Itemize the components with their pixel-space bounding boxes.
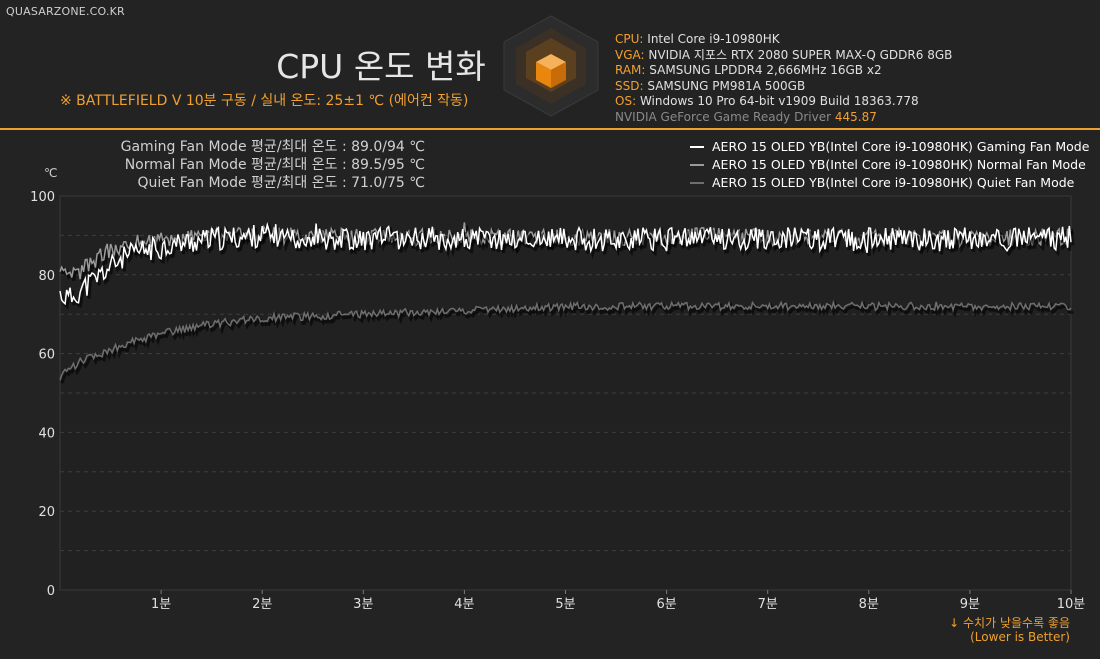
x-tick-label: 2분 [252, 597, 272, 612]
x-tick-label: 4분 [454, 597, 474, 612]
x-tick-label: 9분 [960, 597, 980, 612]
lower-is-better-note: ↓ 수치가 낮을수록 좋음 (Lower is Better) [949, 616, 1070, 644]
y-tick-label: 60 [38, 348, 55, 363]
x-tick-label: 7분 [758, 597, 778, 612]
y-tick-label: 40 [38, 426, 55, 441]
x-tick-label: 10분 [1057, 597, 1086, 612]
y-tick-label: 0 [47, 584, 55, 599]
x-tick-label: 8분 [859, 597, 879, 612]
x-tick-label: 1분 [151, 597, 171, 612]
x-tick-label: 5분 [555, 597, 575, 612]
x-tick-label: 6분 [656, 597, 676, 612]
y-tick-label: 100 [30, 190, 55, 205]
temperature-chart: 0 20 40 60 80 100 1분 2분 3분 4분 5분 6분 7분 8분 9분 10분 [30, 190, 1086, 612]
y-tick-label: 80 [38, 269, 55, 284]
y-tick-label: 20 [38, 505, 55, 520]
x-tick-label: 3분 [353, 597, 373, 612]
